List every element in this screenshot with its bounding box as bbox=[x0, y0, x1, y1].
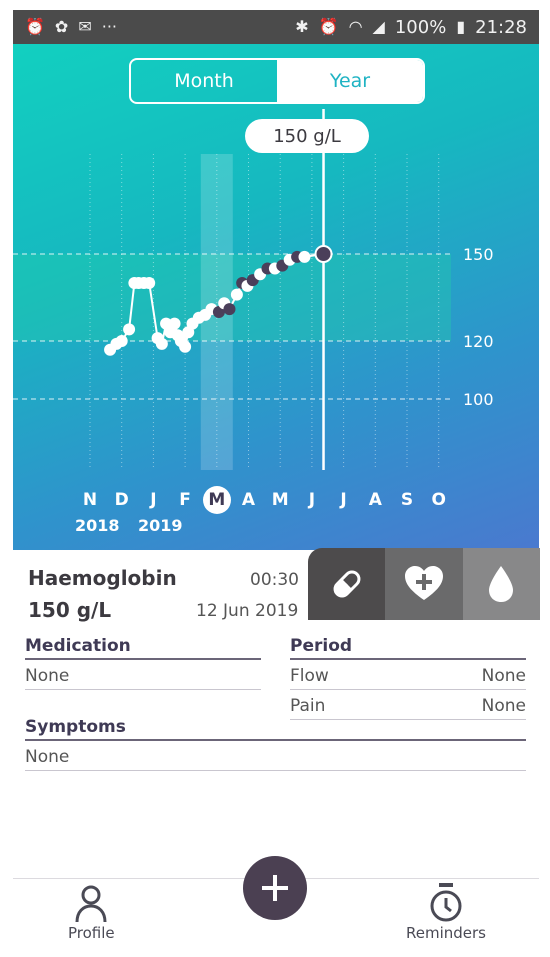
pain-value: None bbox=[481, 696, 526, 716]
data-point bbox=[298, 250, 311, 263]
data-point bbox=[168, 317, 181, 330]
month-label[interactable]: O bbox=[425, 486, 453, 514]
month-label[interactable]: F bbox=[171, 486, 199, 514]
month-label[interactable]: J bbox=[298, 486, 326, 514]
data-point bbox=[143, 277, 156, 289]
pain-label: Pain bbox=[290, 696, 326, 716]
heart-plus-icon bbox=[404, 566, 443, 600]
y-tick-label: 120 bbox=[463, 332, 494, 351]
month-label[interactable]: M bbox=[202, 486, 231, 514]
data-point bbox=[223, 303, 236, 316]
medication-row[interactable]: None bbox=[25, 666, 261, 690]
symptoms-row[interactable]: None bbox=[25, 747, 526, 771]
more-icon: ··· bbox=[101, 17, 117, 36]
data-point bbox=[179, 340, 192, 353]
battery-icon: ▮ bbox=[456, 17, 466, 36]
category-tabs bbox=[308, 548, 540, 620]
mail-icon: ✉ bbox=[78, 17, 92, 36]
fan-icon: ✿ bbox=[54, 17, 69, 36]
month-label[interactable]: A bbox=[235, 486, 263, 514]
blood-tab[interactable] bbox=[462, 548, 540, 620]
month-label[interactable]: D bbox=[108, 486, 136, 514]
month-label[interactable]: A bbox=[361, 486, 389, 514]
flow-value: None bbox=[481, 666, 526, 686]
reading-date: 12 Jun 2019 bbox=[196, 601, 299, 621]
data-point bbox=[230, 288, 243, 301]
symptoms-value: None bbox=[25, 747, 70, 767]
drop-icon bbox=[489, 566, 514, 602]
period-toggle: Month Year bbox=[129, 58, 425, 104]
medication-title: Medication bbox=[25, 636, 261, 660]
plus-icon bbox=[262, 875, 288, 901]
stopwatch-icon bbox=[430, 883, 462, 922]
month-toggle-button[interactable]: Month bbox=[131, 60, 277, 102]
chart-area: 150 120 100 Month Year 150 g/L NDJFMAMJJAS… bbox=[13, 44, 539, 550]
month-label[interactable]: J bbox=[330, 486, 358, 514]
y-tick-label: 150 bbox=[463, 245, 494, 264]
period-title: Period bbox=[290, 636, 526, 660]
reading-name: Haemoglobin bbox=[28, 566, 177, 590]
pill-icon bbox=[333, 570, 361, 598]
data-point bbox=[115, 335, 128, 347]
alarm-icon: ⏰ bbox=[25, 17, 45, 36]
reading-value: 150 g/L bbox=[28, 598, 112, 622]
reminders-label: Reminders bbox=[406, 924, 486, 942]
month-label[interactable]: N bbox=[76, 486, 104, 514]
medication-tab[interactable] bbox=[308, 548, 386, 620]
period-flow-row[interactable]: Flow None bbox=[290, 666, 526, 690]
status-right: ✱ ⏰ ◠ ◢ 100% ▮ 21:28 bbox=[295, 17, 527, 38]
bluetooth-icon: ✱ bbox=[295, 17, 309, 36]
reading-time: 00:30 bbox=[250, 570, 299, 590]
vitals-tab[interactable] bbox=[385, 548, 463, 620]
year-toggle-button[interactable]: Year bbox=[277, 60, 423, 102]
medication-value: None bbox=[25, 666, 70, 686]
reminders-nav-button[interactable]: Reminders bbox=[406, 882, 486, 942]
add-button[interactable] bbox=[243, 856, 307, 920]
clock: 21:28 bbox=[475, 16, 527, 38]
selected-data-point bbox=[314, 245, 333, 263]
year-label-2018: 2018 bbox=[75, 516, 120, 535]
month-label[interactable]: S bbox=[393, 486, 421, 514]
y-tick-label: 100 bbox=[463, 390, 494, 409]
data-point bbox=[123, 323, 136, 336]
profile-nav-button[interactable]: Profile bbox=[68, 884, 115, 942]
alarm-icon: ⏰ bbox=[318, 17, 339, 36]
profile-label: Profile bbox=[68, 924, 115, 942]
month-label[interactable]: M bbox=[266, 486, 294, 514]
year-label-2019: 2019 bbox=[138, 516, 183, 535]
flow-label: Flow bbox=[290, 666, 329, 686]
status-left: ⏰ ✿ ✉ ··· bbox=[25, 19, 117, 35]
value-tooltip: 150 g/L bbox=[245, 119, 369, 153]
status-bar: ⏰ ✿ ✉ ··· ✱ ⏰ ◠ ◢ 100% ▮ 21:28 bbox=[13, 10, 539, 44]
symptoms-title: Symptoms bbox=[25, 717, 526, 741]
signal-icon: ◢ bbox=[372, 17, 385, 36]
profile-icon bbox=[75, 885, 107, 923]
month-label[interactable]: J bbox=[139, 486, 167, 514]
data-point bbox=[155, 337, 168, 350]
wifi-icon: ◠ bbox=[348, 17, 363, 36]
battery-percent: 100% bbox=[394, 16, 447, 38]
month-axis: NDJFMAMJJASO bbox=[13, 486, 539, 514]
